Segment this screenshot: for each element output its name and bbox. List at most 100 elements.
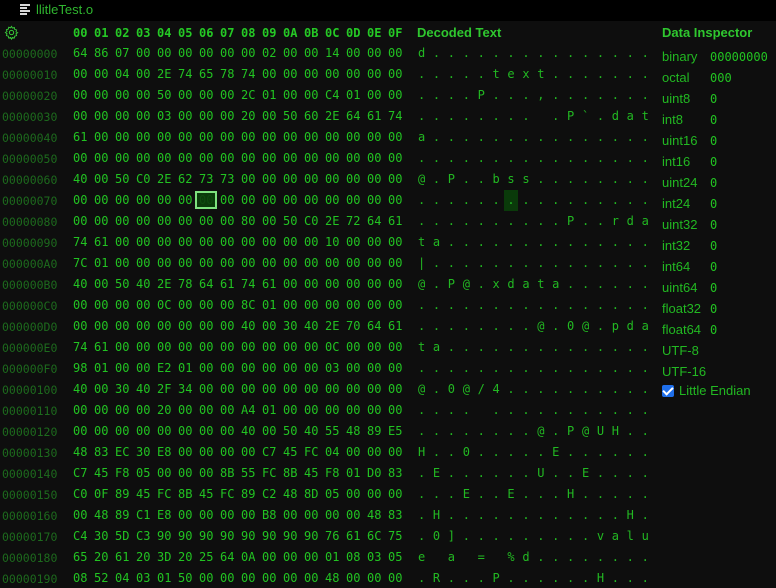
hex-byte[interactable]: 00 (367, 571, 381, 585)
hex-byte[interactable]: 00 (157, 130, 171, 144)
hex-byte[interactable]: 00 (283, 151, 297, 165)
hex-byte[interactable]: 00 (367, 340, 381, 354)
hex-byte[interactable]: 5D (115, 529, 129, 543)
hex-byte[interactable]: 00 (94, 382, 108, 396)
hex-byte[interactable]: 03 (136, 571, 150, 585)
checkbox-checked-icon[interactable] (662, 384, 674, 397)
hex-byte[interactable]: 00 (304, 277, 318, 291)
hex-byte[interactable]: 00 (73, 319, 87, 333)
hex-byte[interactable]: 00 (115, 340, 129, 354)
decoded-text-row[interactable]: d............... (418, 46, 656, 60)
hex-byte[interactable]: 50 (115, 277, 129, 291)
decoded-text-row[interactable]: ................ (418, 361, 656, 375)
hex-byte[interactable]: 00 (325, 151, 339, 165)
hex-byte[interactable]: 00 (94, 277, 108, 291)
hex-byte[interactable]: 00 (136, 340, 150, 354)
hex-byte[interactable]: 89 (115, 487, 129, 501)
hex-byte[interactable]: 61 (262, 277, 276, 291)
hex-byte[interactable]: 00 (73, 298, 87, 312)
hex-byte[interactable]: 00 (262, 424, 276, 438)
hex-byte[interactable]: 10 (325, 235, 339, 249)
hex-byte[interactable]: 03 (157, 109, 171, 123)
hex-byte[interactable]: 00 (304, 193, 318, 207)
hex-byte[interactable]: FC (220, 487, 234, 501)
hex-byte[interactable]: 73 (199, 172, 213, 186)
hex-byte[interactable]: 30 (136, 445, 150, 459)
hex-byte[interactable]: 00 (325, 277, 339, 291)
hex-byte[interactable]: C0 (304, 214, 318, 228)
hex-byte[interactable]: 34 (178, 382, 192, 396)
hex-byte[interactable]: 00 (262, 193, 276, 207)
hex-byte[interactable]: 00 (178, 403, 192, 417)
hex-byte[interactable]: 00 (283, 508, 297, 522)
hex-byte[interactable]: 00 (262, 67, 276, 81)
hex-byte[interactable]: 00 (73, 109, 87, 123)
hex-byte[interactable]: 00 (157, 424, 171, 438)
hex-byte[interactable]: 90 (262, 529, 276, 543)
hex-byte[interactable]: 02 (262, 46, 276, 60)
hex-byte[interactable]: 48 (73, 445, 87, 459)
hex-byte[interactable]: 00 (115, 424, 129, 438)
hex-byte[interactable]: 00 (283, 67, 297, 81)
hex-byte[interactable]: F8 (115, 466, 129, 480)
hex-byte[interactable]: 90 (199, 529, 213, 543)
hex-byte[interactable]: 07 (115, 46, 129, 60)
hex-byte[interactable]: 00 (115, 151, 129, 165)
hex-byte[interactable]: 61 (115, 550, 129, 564)
hex-byte[interactable]: 40 (73, 382, 87, 396)
hex-byte[interactable]: 0F (94, 487, 108, 501)
decoded-text-row[interactable]: .....text....... (418, 67, 656, 81)
hex-byte[interactable]: 00 (325, 298, 339, 312)
hex-byte[interactable]: F8 (325, 466, 339, 480)
hex-byte[interactable]: 00 (241, 151, 255, 165)
hex-byte[interactable]: 01 (346, 466, 360, 480)
hex-byte[interactable]: 00 (346, 277, 360, 291)
hex-byte[interactable]: E2 (157, 361, 171, 375)
hex-byte[interactable]: 83 (388, 508, 402, 522)
hex-byte[interactable]: 64 (220, 550, 234, 564)
hex-byte[interactable]: 00 (136, 151, 150, 165)
hex-byte[interactable]: 00 (220, 445, 234, 459)
hex-byte[interactable]: 0C (157, 298, 171, 312)
hex-byte[interactable]: 72 (346, 214, 360, 228)
hex-byte[interactable]: 00 (220, 340, 234, 354)
hex-byte[interactable]: 00 (388, 151, 402, 165)
hex-byte[interactable]: 00 (283, 571, 297, 585)
hex-byte[interactable]: 00 (388, 172, 402, 186)
decoded-text-row[interactable]: ta.............. (418, 235, 656, 249)
hex-byte[interactable]: 00 (199, 256, 213, 270)
hex-byte[interactable]: 04 (115, 67, 129, 81)
hex-byte[interactable]: 90 (241, 529, 255, 543)
hex-byte[interactable]: 74 (388, 109, 402, 123)
hex-byte[interactable]: 00 (241, 46, 255, 60)
hex-byte[interactable]: 2E (157, 67, 171, 81)
decoded-text-row[interactable]: |............... (418, 256, 656, 270)
hex-byte[interactable]: 00 (304, 382, 318, 396)
hex-byte[interactable]: 00 (220, 88, 234, 102)
hex-byte[interactable]: 50 (283, 109, 297, 123)
hex-byte[interactable]: 00 (304, 550, 318, 564)
hex-byte[interactable]: 01 (262, 88, 276, 102)
hex-byte[interactable]: 61 (367, 109, 381, 123)
hex-byte[interactable]: 00 (325, 172, 339, 186)
hex-byte[interactable]: 00 (304, 340, 318, 354)
hex-byte[interactable]: 00 (346, 151, 360, 165)
hex-byte[interactable]: C0 (73, 487, 87, 501)
hex-byte[interactable]: 00 (325, 382, 339, 396)
hex-byte[interactable]: 00 (220, 151, 234, 165)
hex-byte[interactable]: 00 (283, 235, 297, 249)
hex-byte[interactable]: 00 (136, 67, 150, 81)
hex-byte[interactable]: 48 (346, 424, 360, 438)
hex-byte[interactable]: 00 (388, 277, 402, 291)
hex-byte[interactable]: 08 (73, 571, 87, 585)
tab-file-title[interactable]: llitleTest.o (36, 2, 93, 17)
hex-byte[interactable]: C4 (73, 529, 87, 543)
hex-byte[interactable]: 00 (220, 214, 234, 228)
hex-byte[interactable]: 00 (115, 214, 129, 228)
hex-byte[interactable]: 00 (220, 361, 234, 375)
hex-byte[interactable]: 00 (241, 256, 255, 270)
hex-byte[interactable]: 2E (325, 214, 339, 228)
hex-byte[interactable]: 00 (346, 571, 360, 585)
hex-byte[interactable]: 00 (157, 466, 171, 480)
hex-byte[interactable]: 52 (94, 571, 108, 585)
